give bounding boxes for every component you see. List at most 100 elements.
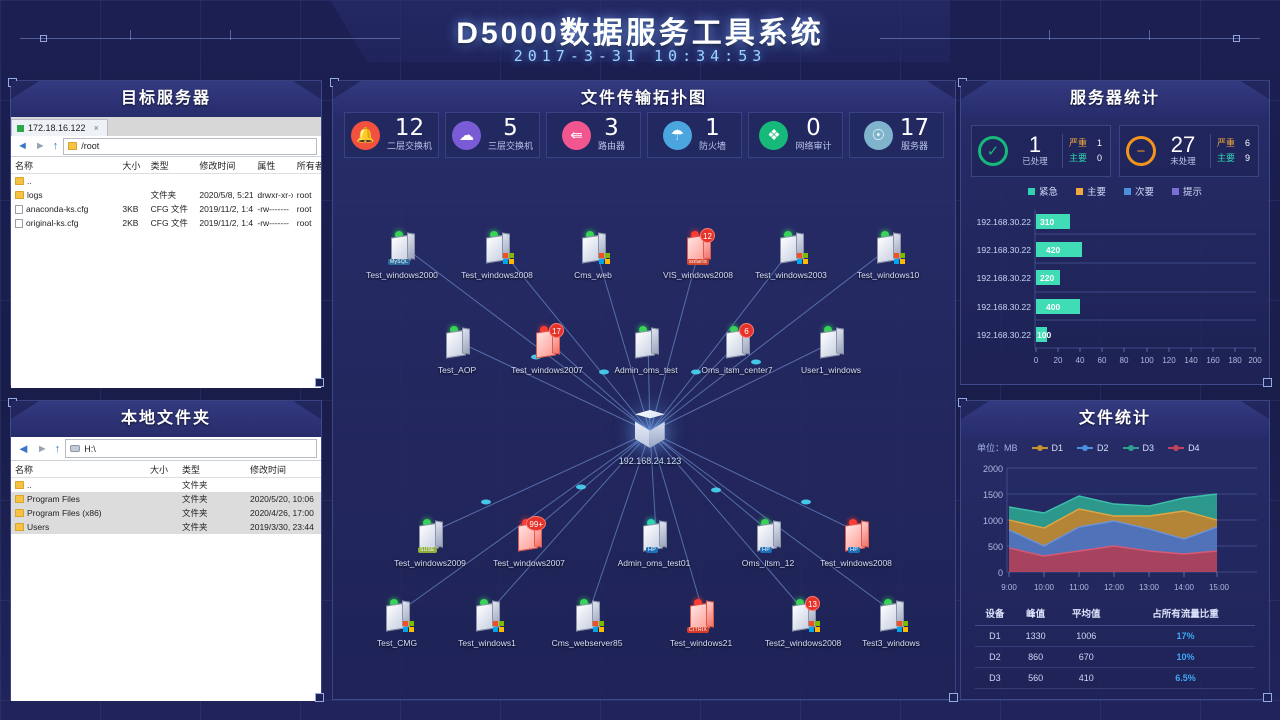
cell-device: D2 — [975, 646, 1015, 668]
local-file-list[interactable]: .. 文件夹 Program Files 文件夹 2020/5/20, 10:0… — [11, 478, 321, 697]
column-header-peak[interactable]: 峰值 — [1014, 601, 1057, 626]
table-row[interactable]: Users 文件夹 2019/3/30, 23:44 — [11, 520, 321, 534]
stat-card-l2switch[interactable]: 🔔 12 二层交换机 — [344, 112, 439, 158]
topology-node[interactable]: Admin_oms_test — [601, 326, 691, 375]
table-row[interactable]: original-ks.cfg 2KB CFG 文件 2019/11/2, 1:… — [11, 216, 321, 230]
topology-node[interactable]: Cms_webserver85 — [542, 599, 632, 648]
table-row[interactable]: Program Files 文件夹 2020/5/20, 10:06 — [11, 492, 321, 506]
topology-node[interactable]: Test_windows10 — [843, 231, 933, 280]
local-folder-explorer[interactable]: ◄ ► ↑ H:\ 名称 大小 类型 修改时间 .. 文件夹 Program F… — [11, 437, 321, 701]
windows-logo-icon — [894, 253, 905, 264]
legend-item-d3[interactable]: D3 — [1122, 443, 1154, 453]
svg-text:0: 0 — [1034, 356, 1039, 365]
stat-card-l3switch[interactable]: ☁ 5 三层交换机 — [445, 112, 540, 158]
address-input[interactable]: H:\ — [65, 439, 317, 458]
table-row[interactable]: logs 文件夹 2020/5/8, 5:21 drwxr-xr-x root — [11, 188, 321, 202]
file-area-chart[interactable]: 2000 1500 1000 500 0 9:00 10:00 11:00 12… — [961, 454, 1269, 599]
topology-node[interactable]: MySQL Test_windows2000 — [357, 231, 447, 280]
column-header-size[interactable]: 大小 — [146, 463, 178, 476]
unhandled-major: 主要 9 — [1217, 153, 1251, 163]
stat-card-server[interactable]: ☉ 17 服务器 — [849, 112, 944, 158]
topology-node[interactable]: 13 Test2_windows2008 — [758, 596, 848, 648]
cell-owner: root — [296, 218, 312, 228]
column-header-name[interactable]: 名称 — [11, 463, 146, 476]
column-header-type[interactable]: 类型 — [147, 159, 196, 172]
topology-node[interactable]: Cms_web — [548, 231, 638, 280]
node-label: Test_windows2007 — [493, 558, 565, 568]
stat-card-network-audit[interactable]: ❖ 0 网络审计 — [748, 112, 843, 158]
alert-badge: 12 — [700, 228, 715, 243]
cell-name: .. — [27, 480, 32, 490]
topology-node[interactable]: SUSE Test_windows2009 — [385, 519, 475, 568]
column-header-size[interactable]: 大小 — [118, 159, 146, 172]
topology-node[interactable]: HP Oms_itsm_12 — [723, 519, 813, 568]
topology-node[interactable]: Test_windows2008 — [452, 231, 542, 280]
legend-item-d1[interactable]: D1 — [1031, 443, 1063, 453]
legend-item-urgent[interactable]: 紧急 — [1027, 184, 1058, 198]
server-stat-cards: ✓ 1 已处理 严重 1 主要 0 − 27 未处理 严重 6 主要 9 — [961, 117, 1269, 177]
stat-label: 服务器 — [900, 141, 928, 151]
handled-label: 已处理 — [1022, 156, 1048, 166]
topology-node[interactable]: solaris 12 VIS_windows2008 — [653, 228, 743, 280]
target-server-title-text: 目标服务器 — [120, 90, 211, 107]
node-label: Test3_windows — [862, 638, 920, 648]
column-header-device[interactable]: 设备 — [975, 601, 1015, 626]
column-header-mtime[interactable]: 修改时间 — [195, 159, 253, 172]
column-header-avg[interactable]: 平均值 — [1056, 601, 1117, 626]
close-icon[interactable]: × — [94, 123, 99, 133]
topology-node[interactable]: 17 Test_windows2007 — [502, 323, 592, 375]
cell-size: 2KB — [122, 218, 139, 228]
target-server-explorer[interactable]: 172.18.16.122 × ◄ ► ↑ /root 名称 大小 类型 修改时… — [11, 117, 321, 388]
explorer-addressbar: ◄ ► ↑ /root — [11, 136, 321, 157]
explorer-tab-connection[interactable]: 172.18.16.122 × — [11, 119, 108, 136]
table-row[interactable]: D1 1330 1006 17% — [975, 625, 1255, 647]
column-header-name[interactable]: 名称 — [11, 159, 118, 172]
column-header-type[interactable]: 类型 — [178, 463, 246, 476]
table-row[interactable]: .. 文件夹 — [11, 478, 321, 492]
table-row[interactable]: anaconda-ks.cfg 3KB CFG 文件 2019/11/2, 1:… — [11, 202, 321, 216]
forward-arrow-icon[interactable]: ► — [33, 140, 48, 152]
stat-label: 二层交换机 — [386, 141, 432, 151]
legend-item-minor[interactable]: 次要 — [1124, 184, 1154, 198]
topology-node[interactable]: Test_AOP — [412, 326, 502, 375]
topology-node[interactable]: HP Test_windows2008 — [811, 519, 901, 568]
legend-item-d2[interactable]: D2 — [1077, 443, 1109, 453]
legend-item-notice[interactable]: 提示 — [1172, 184, 1202, 198]
legend-item-major[interactable]: 主要 — [1075, 184, 1106, 198]
address-input[interactable]: /root — [63, 137, 317, 155]
topology-node[interactable]: 99+ Test_windows2007 — [484, 516, 574, 568]
topology-node[interactable]: Test_windows2003 — [746, 231, 836, 280]
column-header-mtime[interactable]: 修改时间 — [246, 463, 321, 476]
topology-node[interactable]: Test_CMG — [352, 599, 442, 648]
file-stats-table[interactable]: 设备 峰值 平均值 占所有流量比重 D1 1330 1006 17% D2 86… — [975, 601, 1255, 689]
back-arrow-icon[interactable]: ◄ — [15, 441, 32, 456]
column-header-pct[interactable]: 占所有流量比重 — [1116, 601, 1255, 626]
stat-card-router[interactable]: ⇚ 3 路由器 — [546, 112, 641, 158]
forward-arrow-icon[interactable]: ► — [35, 443, 50, 455]
table-row[interactable]: Program Files (x86) 文件夹 2020/4/26, 17:00 — [11, 506, 321, 520]
table-row[interactable]: D2 860 670 10% — [975, 646, 1255, 668]
up-arrow-icon[interactable]: ↑ — [53, 443, 63, 455]
topology-center-node[interactable]: 192.168.24.123 — [619, 410, 681, 466]
topology-node[interactable]: 6 Oms_itsm_center7 — [692, 323, 782, 375]
back-arrow-icon[interactable]: ◄ — [15, 140, 30, 152]
topology-node[interactable]: Test_windows1 — [442, 599, 532, 648]
svg-text:420: 420 — [1046, 245, 1060, 255]
table-row[interactable]: .. — [11, 174, 321, 188]
server-bar-chart[interactable]: 310 420 220 400 100 192.168.30.22 192.16… — [961, 200, 1269, 375]
topology-node[interactable]: Test3_windows — [846, 599, 936, 648]
legend-item-d4[interactable]: D4 — [1168, 443, 1200, 453]
table-row[interactable]: D3 560 410 6.5% — [975, 667, 1255, 689]
stat-card-firewall[interactable]: ☂ 1 防火墙 — [647, 112, 742, 158]
node-label: Test_windows2007 — [511, 365, 583, 375]
up-arrow-icon[interactable]: ↑ — [51, 140, 61, 152]
topology-node[interactable]: CITRIX Test_windows21 — [656, 599, 746, 648]
topology-node[interactable]: User1_windows — [786, 326, 876, 375]
stat-card-unhandled[interactable]: − 27 未处理 严重 6 主要 9 — [1119, 125, 1259, 177]
stat-card-handled[interactable]: ✓ 1 已处理 严重 1 主要 0 — [971, 125, 1111, 177]
column-header-attr[interactable]: 属性 — [253, 159, 292, 172]
panel-notch-left — [11, 401, 39, 419]
topology-node[interactable]: HP Admin_oms_test01 — [609, 519, 699, 568]
column-header-owner[interactable]: 所有者 — [293, 159, 321, 172]
target-file-list[interactable]: .. logs 文件夹 2020/5/8, 5:21 drwxr-xr-x ro… — [11, 174, 321, 388]
